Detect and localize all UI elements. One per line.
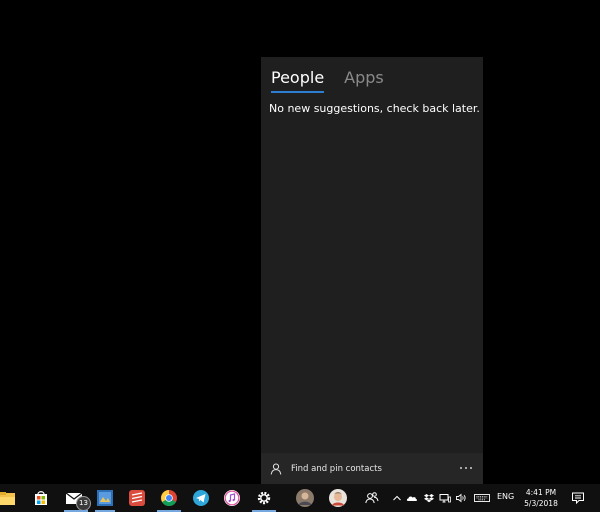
- todoist-icon[interactable]: [127, 488, 147, 508]
- input-language-indicator[interactable]: ENG: [497, 492, 514, 501]
- contact-avatar-2[interactable]: [328, 488, 348, 508]
- keyboard-icon[interactable]: [474, 492, 490, 504]
- taskbar: 13 ENG 4:41 PM 5/3/2018: [0, 484, 600, 512]
- file-explorer-icon[interactable]: [0, 488, 17, 508]
- photo-app-icon[interactable]: [95, 488, 115, 508]
- find-and-pin-contacts-label: Find and pin contacts: [291, 463, 382, 474]
- flyout-footer: Find and pin contacts: [261, 453, 483, 484]
- itunes-icon[interactable]: [222, 488, 242, 508]
- mail-unread-badge: 13: [76, 496, 91, 511]
- tab-apps[interactable]: Apps: [344, 67, 384, 93]
- action-center-icon[interactable]: [571, 491, 585, 505]
- people-flyout: People Apps No new suggestions, check ba…: [261, 57, 483, 484]
- volume-icon[interactable]: [455, 492, 467, 504]
- telegram-icon[interactable]: [191, 488, 211, 508]
- chrome-icon[interactable]: [159, 488, 179, 508]
- store-icon[interactable]: [31, 488, 51, 508]
- people-icon[interactable]: [362, 488, 382, 508]
- network-icon[interactable]: [439, 492, 451, 504]
- clock[interactable]: 4:41 PM 5/3/2018: [523, 487, 559, 509]
- tab-bar: People Apps: [271, 67, 384, 95]
- desktop: People Apps No new suggestions, check ba…: [0, 0, 600, 512]
- dropbox-icon[interactable]: [423, 492, 435, 504]
- clock-date: 5/3/2018: [524, 499, 558, 508]
- person-icon: [270, 463, 282, 475]
- more-dots-icon[interactable]: [459, 462, 473, 474]
- chevron-up-icon[interactable]: [391, 492, 403, 504]
- settings-icon[interactable]: [254, 488, 274, 508]
- contact-avatar-1[interactable]: [295, 488, 315, 508]
- tab-people[interactable]: People: [271, 67, 325, 93]
- onedrive-icon[interactable]: [406, 492, 418, 504]
- find-and-pin-contacts-button[interactable]: Find and pin contacts: [270, 463, 382, 475]
- clock-time: 4:41 PM: [525, 488, 557, 497]
- empty-suggestions-message: No new suggestions, check back later.: [269, 102, 480, 115]
